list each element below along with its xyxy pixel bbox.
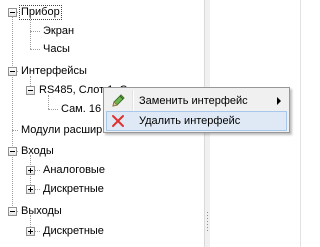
tree-line	[30, 49, 40, 50]
red-x-icon	[110, 113, 126, 129]
tree-line	[12, 130, 18, 131]
expand-toggle[interactable]	[26, 227, 35, 236]
splitter-grip	[207, 212, 208, 213]
splitter-grip	[207, 215, 208, 216]
menu-item-label: Удалить интерфейс	[139, 115, 241, 127]
context-menu: Заменить интерфейс Удалить интерфейс	[103, 87, 290, 133]
replace-interface-menu-item[interactable]: Заменить интерфейс	[106, 91, 287, 111]
tree-node-device[interactable]: Прибор	[19, 5, 62, 20]
splitter-grip	[207, 227, 208, 228]
expand-toggle[interactable]	[26, 166, 35, 175]
tree-node-sam16[interactable]: Сам. 16	[59, 102, 103, 117]
pane-border	[300, 0, 301, 247]
collapse-toggle[interactable]	[8, 8, 17, 17]
expand-toggle[interactable]	[26, 185, 35, 194]
tree-line	[48, 109, 58, 110]
submenu-arrow-icon	[277, 97, 281, 105]
menu-item-label: Заменить интерфейс	[139, 95, 248, 107]
delete-interface-menu-item[interactable]: Удалить интерфейс	[106, 111, 287, 131]
tree-node-discrete-outputs[interactable]: Дискретные	[41, 224, 106, 239]
tree-line	[30, 31, 40, 32]
tree-node-discrete-inputs[interactable]: Дискретные	[41, 182, 106, 197]
tree-line	[30, 17, 31, 49]
splitter-grip	[207, 230, 208, 231]
tree-node-expansion-modules[interactable]: Модули расшир	[19, 123, 104, 138]
splitter-grip	[207, 224, 208, 225]
collapse-toggle[interactable]	[8, 147, 17, 156]
collapse-toggle[interactable]	[8, 207, 17, 216]
tree-node-outputs[interactable]: Выходы	[19, 204, 64, 219]
tree-node-analog-inputs[interactable]: Аналоговые	[41, 163, 107, 178]
splitter-grip	[207, 221, 208, 222]
pencil-icon	[110, 93, 126, 109]
tree-node-clock[interactable]: Часы	[41, 42, 72, 57]
collapse-toggle[interactable]	[8, 67, 17, 76]
tree-node-screen[interactable]: Экран	[41, 24, 76, 39]
tree-node-interfaces[interactable]: Интерфейсы	[19, 64, 89, 79]
tree-line	[12, 15, 13, 212]
tree-node-inputs[interactable]: Входы	[19, 144, 56, 159]
collapse-toggle[interactable]	[26, 86, 35, 95]
splitter-grip	[207, 218, 208, 219]
